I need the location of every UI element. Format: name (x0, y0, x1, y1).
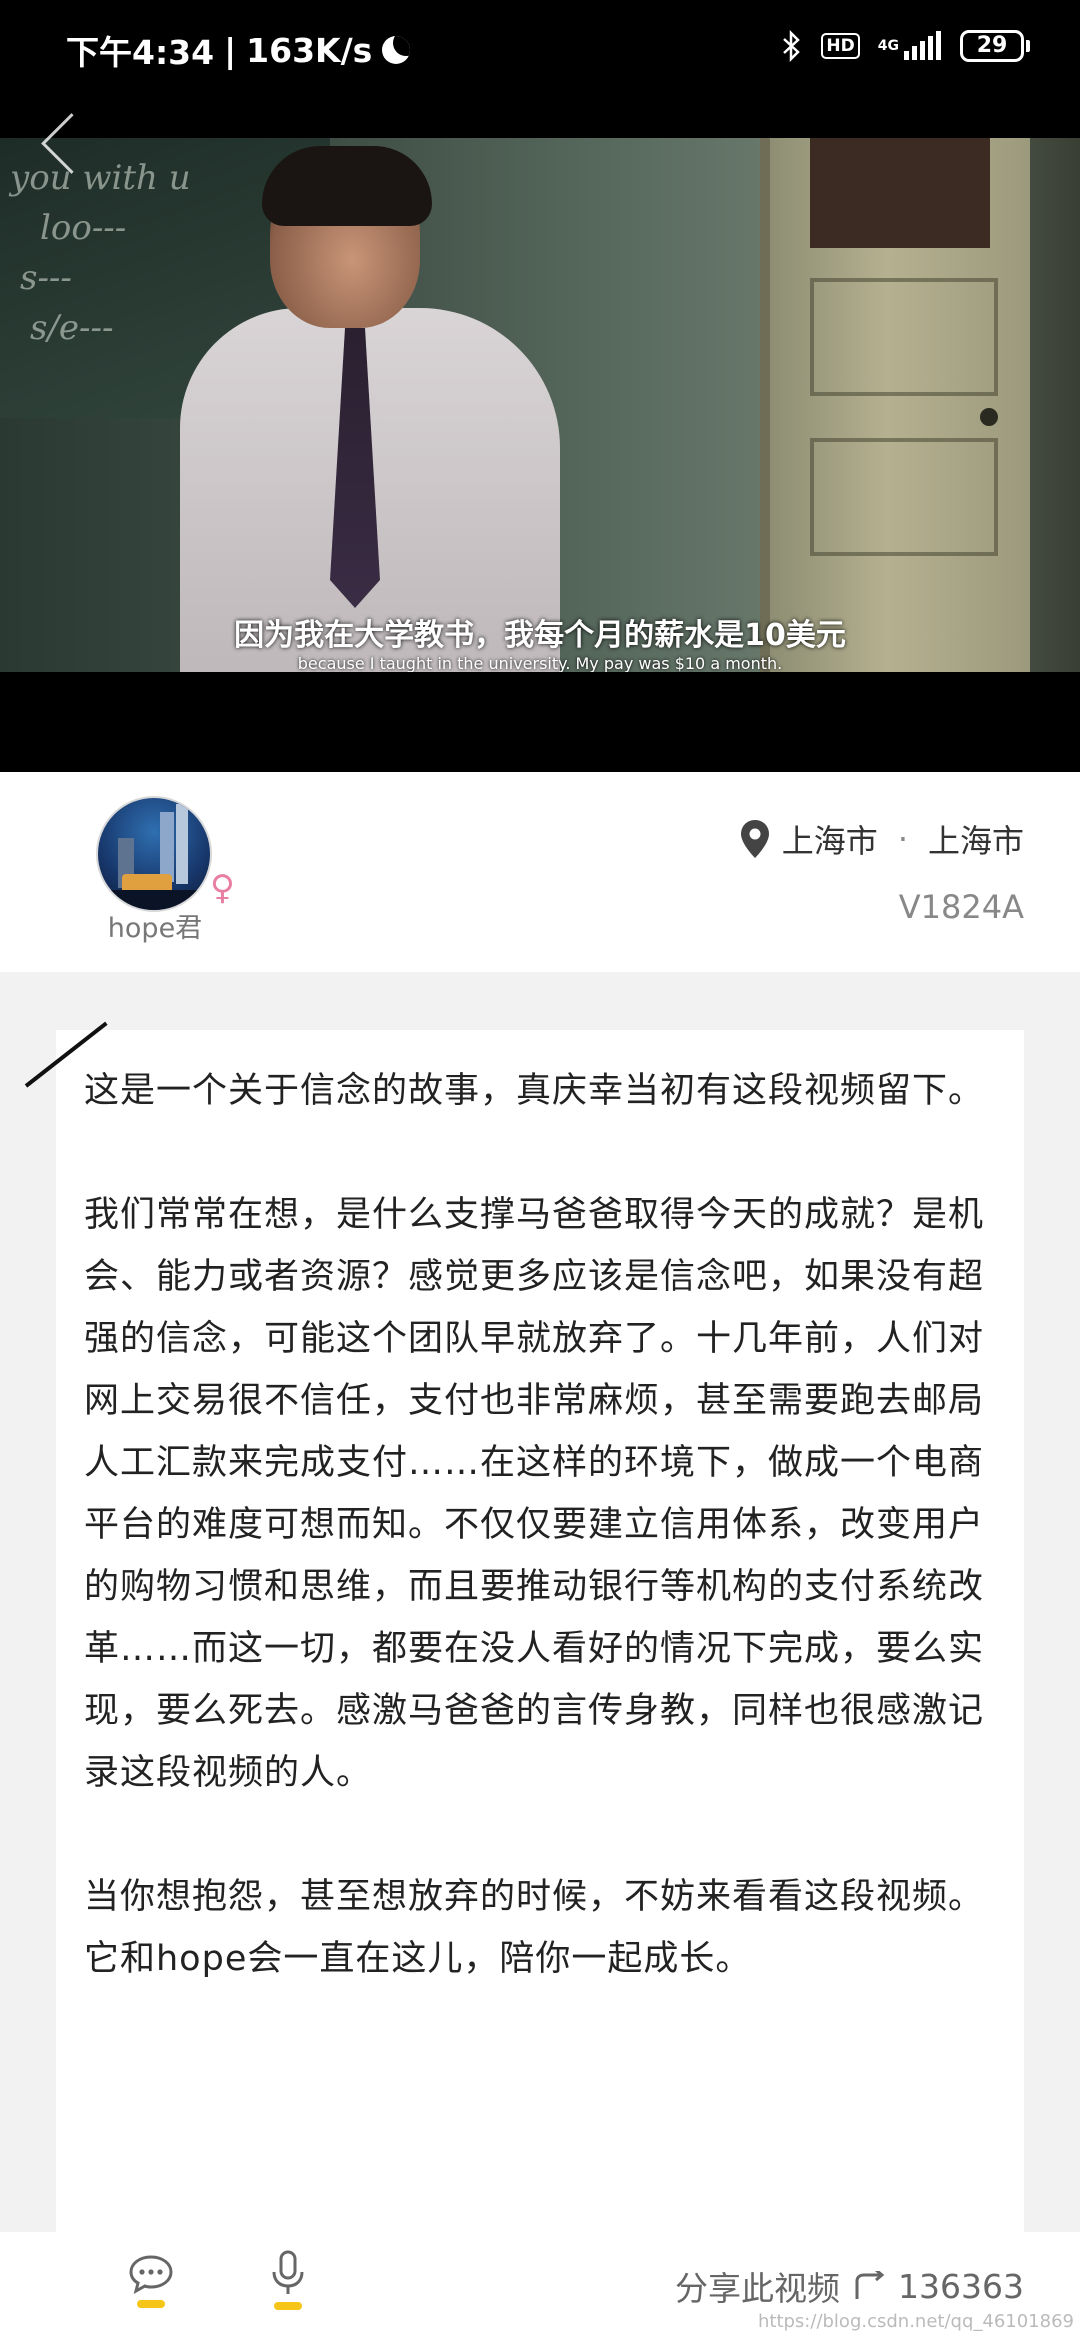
location-pin-icon (740, 820, 769, 858)
avatar-building (176, 804, 188, 884)
chalk-text: loo--- (40, 208, 127, 248)
location-separator: · (897, 820, 908, 858)
post-paragraph: 这是一个关于信念的故事，真庆幸当初有这段视频留下。 (84, 1071, 985, 1111)
post-body: 这是一个关于信念的故事，真庆幸当初有这段视频留下。 我们常常在想，是什么支撑马爸… (84, 1060, 984, 1990)
female-icon: ♀ (210, 868, 235, 908)
subtitle-english: because I taught in the university. My p… (297, 654, 783, 672)
post-paragraph: 它和hope会一直在这儿，陪你一起成长。 (84, 1939, 752, 1979)
bluetooth-icon (783, 30, 801, 62)
video-frame: you with u loo--- s--- s/e--- 因为我在大学教书，我… (0, 138, 1080, 672)
do-not-disturb-icon (382, 36, 411, 64)
signal-icon (904, 31, 941, 60)
share-icon (855, 2271, 885, 2299)
status-left: 下午4:34 | 163K/s (66, 26, 411, 74)
video-code: V1824A (898, 888, 1024, 926)
share-button[interactable]: 分享此视频 136363 (675, 2262, 1024, 2310)
share-label: 分享此视频 (675, 2269, 841, 2308)
post-paragraph: 我们常常在想，是什么支撑马爸爸取得今天的成就？是机会、能力或者资源？感觉更多应该… (84, 1195, 985, 1793)
video-player[interactable]: you with u loo--- s--- s/e--- 因为我在大学教书，我… (0, 138, 1080, 772)
watermark: https://blog.csdn.net/qq_46101869 (757, 2311, 1074, 2332)
status-time: 下午4:34 (66, 33, 215, 72)
voice-indicator (274, 2302, 302, 2310)
battery-indicator: 29 (960, 30, 1030, 62)
location: 上海市 · 上海市 (740, 816, 1024, 862)
door-window (810, 138, 990, 248)
signal-group: 4G (878, 31, 942, 61)
door-panel (810, 438, 998, 556)
chalk-text: s/e--- (30, 308, 114, 348)
chalk-text: you with u (10, 158, 191, 198)
post-paragraph: 当你想抱怨，甚至想放弃的时候，不妨来看看这段视频。 (84, 1877, 985, 1917)
status-net-speed: 163K/s (246, 30, 373, 70)
subtitle-chinese: 因为我在大学教书，我每个月的薪水是10美元 (234, 618, 846, 653)
door-knob (980, 408, 998, 426)
username[interactable]: hope君 (90, 906, 220, 945)
status-right: HD 4G 29 (781, 30, 1030, 62)
hd-badge: HD (821, 33, 860, 59)
status-bar: 下午4:34 | 163K/s HD 4G 29 (0, 0, 1080, 138)
voice-button[interactable] (270, 2250, 306, 2310)
comment-indicator (137, 2300, 165, 2308)
comment-button[interactable] (128, 2254, 174, 2308)
door-panel (810, 278, 998, 396)
screen: 下午4:34 | 163K/s HD 4G 29 you with u loo-… (0, 0, 1080, 2340)
microphone-icon (272, 2250, 304, 2294)
person-hair (262, 146, 432, 226)
location-city: 上海市 (927, 822, 1024, 860)
chat-bubble-icon (129, 2255, 173, 2294)
author-bar: ♀ hope君 上海市 · 上海市 V1824A (0, 772, 1080, 972)
chalk-text: s--- (20, 258, 72, 298)
network-type: 4G (877, 38, 899, 54)
location-province: 上海市 (781, 822, 878, 860)
share-count: 136363 (898, 2266, 1024, 2306)
door (760, 138, 1030, 672)
avatar[interactable] (96, 796, 212, 912)
status-separator: | (224, 30, 237, 70)
bottom-bar: 分享此视频 136363 https://blog.csdn.net/qq_46… (0, 2232, 1080, 2340)
avatar-building (160, 812, 174, 882)
